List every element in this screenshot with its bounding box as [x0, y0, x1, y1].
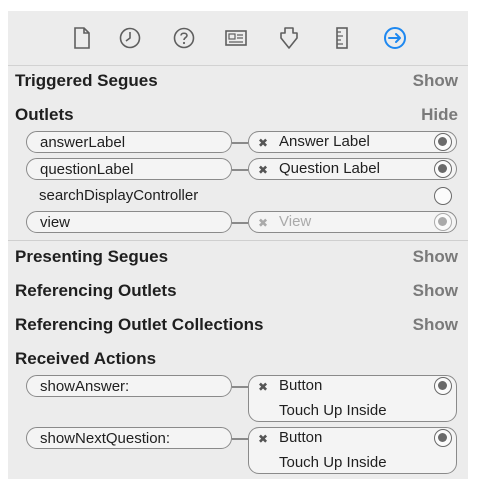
triggered-segues-header: Triggered Segues Show [8, 67, 468, 93]
action-source-pill[interactable]: showNextQuestion: [26, 427, 232, 449]
section-title: Presenting Segues [15, 247, 169, 266]
section-title: Outlets [15, 105, 74, 124]
remove-connection-icon[interactable]: ✖ [258, 216, 268, 230]
connection-circle-icon[interactable] [434, 429, 452, 447]
referencing-outlet-collections-header: Referencing Outlet Collections Show [8, 311, 468, 337]
connections-inspector-panel: Triggered Segues Show Outlets Hide answe… [8, 11, 468, 479]
remove-connection-icon[interactable]: ✖ [258, 380, 268, 394]
connection-line [232, 222, 248, 224]
show-toggle[interactable]: Show [413, 71, 458, 91]
section-title: Referencing Outlets [15, 281, 177, 300]
inspector-toolbar [8, 11, 468, 66]
referencing-outlets-header: Referencing Outlets Show [8, 277, 468, 303]
action-target-label: Button [279, 429, 323, 446]
outlet-source-pill[interactable]: answerLabel [26, 131, 232, 153]
attributes-inspector-icon[interactable] [276, 24, 302, 52]
section-title: Received Actions [15, 349, 157, 368]
connection-line [232, 386, 248, 388]
size-inspector-icon[interactable] [329, 24, 355, 52]
history-inspector-icon[interactable] [117, 24, 143, 52]
outlet-name: answerLabel [40, 134, 126, 151]
file-inspector-icon[interactable] [69, 24, 95, 52]
outlet-name: view [40, 214, 71, 231]
action-source-pill[interactable]: showAnswer: [26, 375, 232, 397]
connection-line [232, 142, 248, 144]
received-actions-header: Received Actions [8, 345, 468, 371]
outlet-name: questionLabel [40, 161, 134, 178]
remove-connection-icon[interactable]: ✖ [258, 136, 268, 150]
show-toggle[interactable]: Show [413, 281, 458, 301]
remove-connection-icon[interactable]: ✖ [258, 432, 268, 446]
connection-circle-icon[interactable] [434, 160, 452, 178]
action-event-label: Touch Up Inside [279, 454, 387, 471]
outlet-target-label: Answer Label [279, 133, 370, 150]
remove-connection-icon[interactable]: ✖ [258, 163, 268, 177]
hide-toggle[interactable]: Hide [421, 105, 458, 125]
identity-inspector-icon[interactable] [223, 24, 249, 52]
quick-help-icon[interactable] [171, 24, 197, 52]
outlet-source-pill[interactable]: view [26, 211, 232, 233]
connections-inspector-icon[interactable] [382, 24, 408, 52]
outlet-target-label: View [279, 213, 312, 230]
connection-circle-icon[interactable] [434, 377, 452, 395]
section-divider [8, 240, 468, 241]
show-toggle[interactable]: Show [413, 315, 458, 335]
action-target-label: Button [279, 377, 323, 394]
section-title: Triggered Segues [15, 71, 158, 90]
connection-line [232, 169, 248, 171]
connection-circle-icon[interactable] [434, 213, 452, 231]
action-name: showAnswer: [40, 378, 130, 395]
outlet-target-label: Question Label [279, 160, 380, 177]
outlet-source-pill[interactable]: questionLabel [26, 158, 232, 180]
show-toggle[interactable]: Show [413, 247, 458, 267]
empty-connection-circle-icon[interactable] [434, 187, 452, 205]
action-event-label: Touch Up Inside [279, 402, 387, 419]
connection-line [232, 438, 248, 440]
presenting-segues-header: Presenting Segues Show [8, 243, 468, 269]
outlets-header: Outlets Hide [8, 101, 468, 127]
outlet-name: searchDisplayController [39, 187, 199, 204]
connection-circle-icon[interactable] [434, 133, 452, 151]
section-title: Referencing Outlet Collections [15, 315, 264, 334]
action-name: showNextQuestion: [40, 430, 171, 447]
